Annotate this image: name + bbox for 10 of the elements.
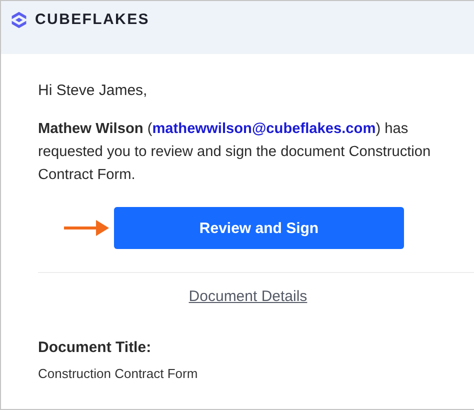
- arrow-icon: [64, 218, 110, 238]
- field-label: Document Title:: [38, 339, 152, 356]
- document-details-link[interactable]: Document Details: [188, 288, 308, 305]
- brand-name: CUBEFLAKES: [35, 10, 150, 30]
- field-value: Construction Contract Form: [38, 366, 199, 381]
- email-link[interactable]: mathewwilson@cubeflakes.com: [152, 121, 376, 137]
- review-and-sign-button[interactable]: Review and Sign: [114, 207, 404, 249]
- greeting: Hi Steve James,: [38, 81, 148, 101]
- logo-icon: [10, 11, 28, 29]
- request-message: Mathew Wilson (mathewwilson@cubeflakes.com) has requested you to review and sign the document Construction Contract Form.: [38, 120, 432, 185]
